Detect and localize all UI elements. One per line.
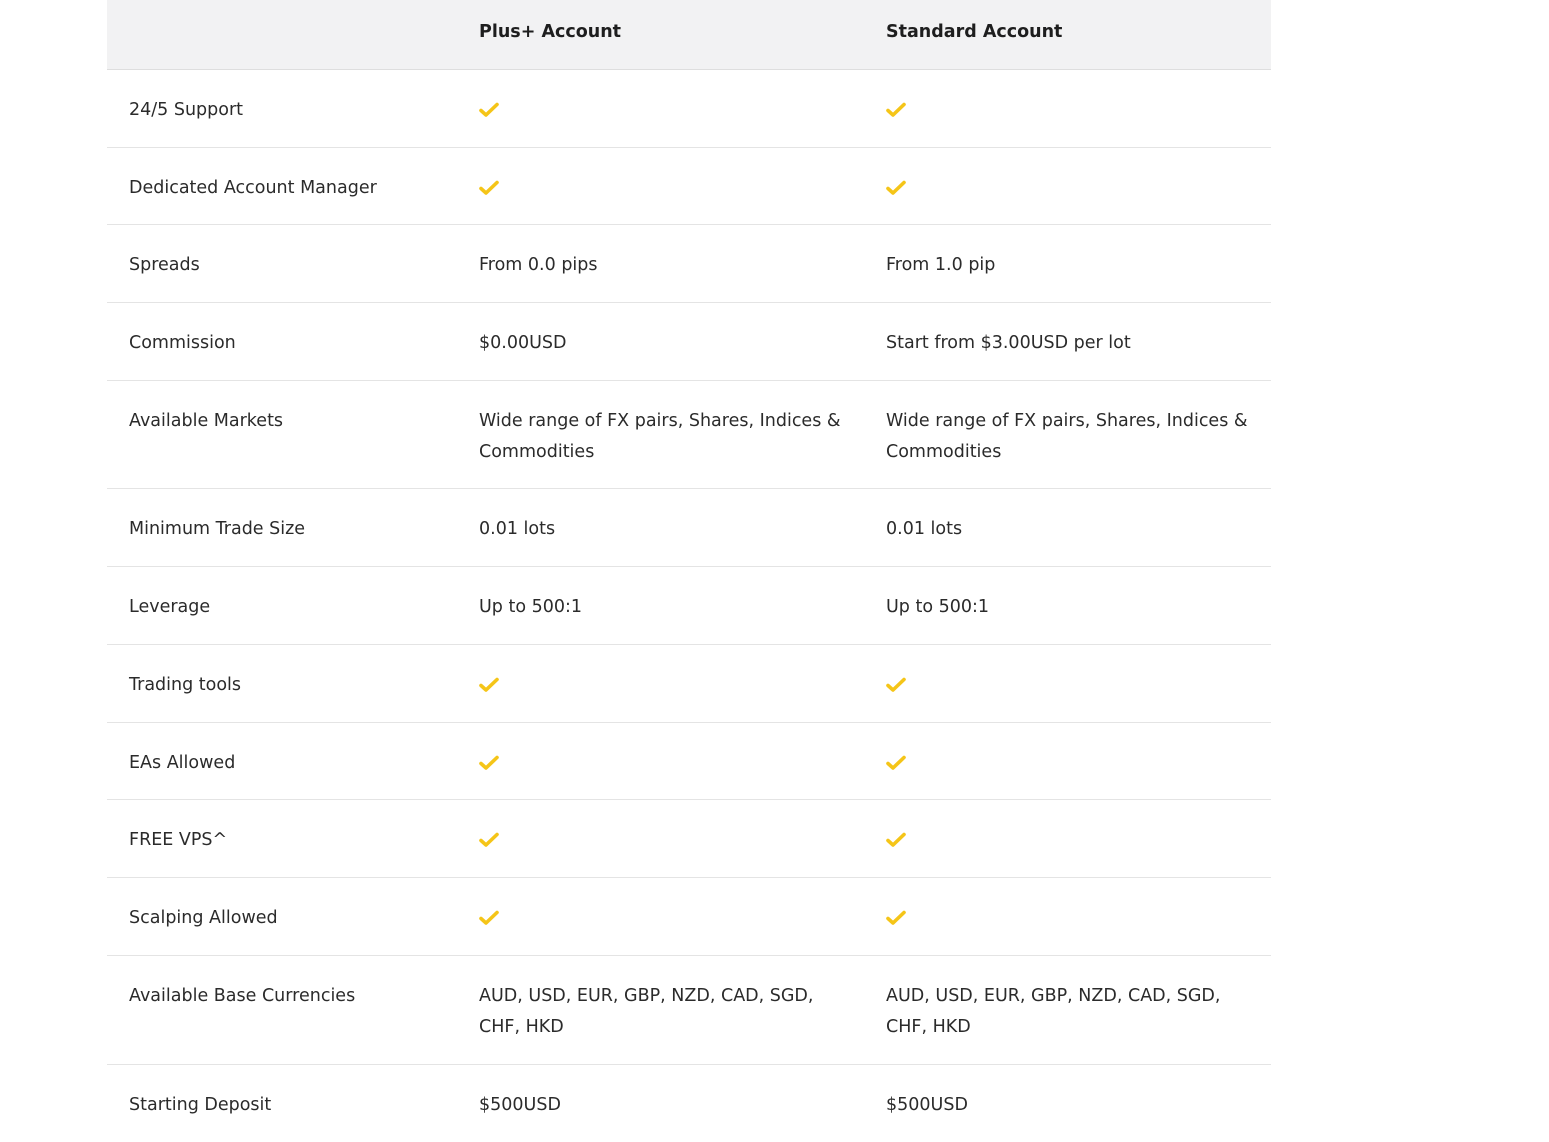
table-row: Trading tools [107, 645, 1271, 723]
plus-value-line: CHF, HKD [479, 1017, 564, 1037]
standard-value-line: 0.01 lots [886, 519, 963, 539]
feature-label: FREE VPS^ [129, 830, 228, 850]
checkmark-icon [479, 180, 499, 195]
feature-label: Available Base Currencies [129, 986, 356, 1006]
header-plus-account: Plus+ Account [479, 22, 622, 42]
checkmark-icon [886, 832, 906, 847]
standard-value: Up to 500:1 [886, 592, 989, 623]
standard-value: AUD, USD, EUR, GBP, NZD, CAD, SGD, CHF, H… [886, 981, 1220, 1043]
checkmark-icon [479, 910, 499, 925]
standard-value: $500USD [886, 1090, 968, 1121]
plus-value: From 0.0 pips [479, 250, 598, 281]
feature-label: Trading tools [129, 675, 242, 695]
plus-value-line: 0.01 lots [479, 519, 556, 539]
feature-label: Spreads [129, 255, 200, 275]
standard-value-line: $500USD [886, 1095, 968, 1115]
plus-value: AUD, USD, EUR, GBP, NZD, CAD, SGD, CHF, H… [479, 981, 813, 1043]
checkmark-icon [479, 755, 499, 770]
standard-value-line: Commodities [886, 442, 1002, 462]
table-row: Scalping Allowed [107, 878, 1271, 956]
plus-value-line: Wide range of FX pairs, Shares, Indices … [479, 411, 841, 431]
table-row: Available Base Currencies AUD, USD, EUR, … [107, 956, 1271, 1065]
plus-value-line: $0.00USD [479, 333, 567, 353]
feature-label: Dedicated Account Manager [129, 178, 377, 198]
table-row: FREE VPS^ [107, 800, 1271, 878]
table-row: Available Markets Wide range of FX pairs,… [107, 381, 1271, 489]
plus-value-line: From 0.0 pips [479, 255, 598, 275]
table-row: Commission $0.00USD Start from $3.00USD pe… [107, 303, 1271, 381]
feature-label: Available Markets [129, 411, 284, 431]
plus-value-line: $500USD [479, 1095, 561, 1115]
standard-value-line: From 1.0 pip [886, 255, 996, 275]
table-row: Dedicated Account Manager [107, 148, 1271, 225]
standard-value: 0.01 lots [886, 514, 962, 545]
checkmark-icon [479, 677, 499, 692]
standard-value-line: Wide range of FX pairs, Shares, Indices … [886, 411, 1248, 431]
feature-label: Leverage [129, 597, 211, 617]
plus-value: 0.01 lots [479, 514, 555, 545]
checkmark-icon [886, 755, 906, 770]
feature-label: 24/5 Support [129, 100, 244, 120]
plus-value: Up to 500:1 [479, 592, 582, 623]
feature-label: EAs Allowed [129, 753, 236, 773]
plus-value-line: Commodities [479, 442, 595, 462]
header-standard-account: Standard Account [886, 22, 1063, 42]
checkmark-icon [886, 677, 906, 692]
checkmark-icon [886, 910, 906, 925]
standard-value-line: AUD, USD, EUR, GBP, NZD, CAD, SGD, [886, 986, 1221, 1006]
checkmark-icon [886, 180, 906, 195]
standard-value-line: Up to 500:1 [886, 597, 990, 617]
feature-label: Minimum Trade Size [129, 519, 306, 539]
plus-value: Wide range of FX pairs, Shares, Indices … [479, 406, 841, 468]
table-row: Leverage Up to 500:1 Up to 500:1 [107, 567, 1271, 645]
table-body: 24/5 Support Dedicated Account Manager Spr… [107, 70, 1271, 1142]
feature-label: Commission [129, 333, 236, 353]
checkmark-icon [479, 832, 499, 847]
table-row: EAs Allowed [107, 723, 1271, 800]
plus-value: $500USD [479, 1090, 561, 1121]
standard-value-line: CHF, HKD [886, 1017, 971, 1037]
standard-value: From 1.0 pip [886, 250, 995, 281]
table-header: Plus+ Account Standard Account [107, 0, 1271, 70]
plus-value: $0.00USD [479, 328, 567, 359]
feature-label: Starting Deposit [129, 1095, 272, 1115]
account-comparison-table: Plus+ Account Standard Account 24/5 Supp… [107, 0, 1271, 1142]
plus-value-line: AUD, USD, EUR, GBP, NZD, CAD, SGD, [479, 986, 814, 1006]
table-row: 24/5 Support [107, 70, 1271, 148]
feature-label: Scalping Allowed [129, 908, 278, 928]
table-row: Minimum Trade Size 0.01 lots 0.01 lots [107, 489, 1271, 567]
table-row: Spreads From 0.0 pips From 1.0 pip [107, 225, 1271, 303]
standard-value: Wide range of FX pairs, Shares, Indices … [886, 406, 1248, 468]
standard-value-line: Start from $3.00USD per lot [886, 333, 1131, 353]
standard-value: Start from $3.00USD per lot [886, 328, 1131, 359]
plus-value-line: Up to 500:1 [479, 597, 583, 617]
checkmark-icon [886, 102, 906, 117]
table-row: Starting Deposit $500USD $500USD [107, 1065, 1271, 1142]
checkmark-icon [479, 102, 499, 117]
